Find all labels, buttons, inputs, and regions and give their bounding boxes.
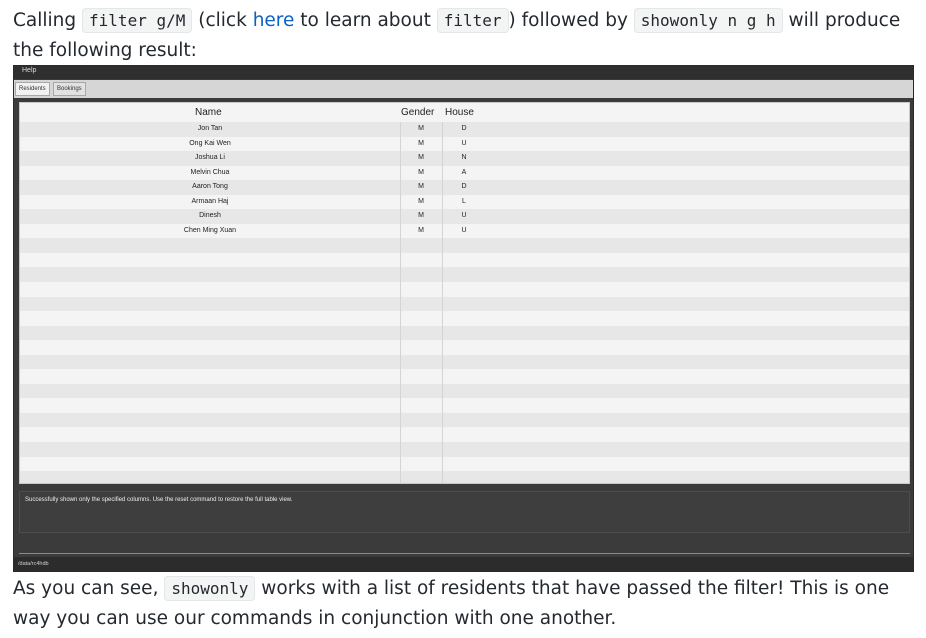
cell-gender: M (418, 168, 424, 176)
table-row[interactable]: Chen Ming Xuan M U (20, 223, 909, 239)
result-message: Successfully shown only the specified co… (25, 497, 293, 503)
column-header-name[interactable]: Name (195, 107, 222, 118)
cell-gender: M (418, 183, 424, 191)
cell-house: U (461, 226, 467, 234)
cell-name: Chen Ming Xuan (183, 226, 237, 234)
data-file-path: /data/rc4hdb (18, 561, 49, 567)
tab-bookings[interactable]: Bookings (53, 82, 86, 96)
table-row (20, 267, 909, 283)
column-header-gender[interactable]: Gender (401, 107, 434, 118)
table-row (20, 238, 909, 253)
table-row (20, 282, 909, 297)
cell-name: Joshua Li (195, 154, 225, 162)
cell-gender: M (418, 226, 424, 234)
outro-text-1: As you can see, (13, 578, 165, 599)
table-row[interactable]: Jon Tan M D (20, 122, 909, 137)
cell-gender: M (418, 154, 424, 162)
showonly-command-code: showonly n g h (633, 8, 783, 33)
table-row[interactable]: Melvin Chua M A (20, 165, 909, 181)
table-row (20, 296, 909, 312)
table-row (20, 325, 909, 341)
here-link[interactable]: here (253, 10, 295, 31)
cell-name: Dinesh (199, 212, 221, 220)
table-row (20, 340, 909, 355)
table-row[interactable]: Joshua Li M N (20, 151, 909, 166)
table-row (20, 252, 909, 268)
table-row[interactable]: Aaron Tong M D (20, 180, 909, 195)
tab-residents[interactable]: Residents (15, 82, 50, 96)
tab-bar: Residents Bookings (14, 80, 913, 98)
table-row[interactable]: Dinesh M U (20, 209, 909, 224)
table-row (20, 471, 909, 483)
cell-house: N (461, 154, 467, 162)
table-row (20, 311, 909, 326)
cell-gender: M (418, 197, 424, 205)
cell-house: D (461, 183, 467, 191)
cell-name: Aaron Tong (192, 183, 228, 191)
table-body: Jon Tan M D Ong Kai Wen M U Joshua Li M N Melvin … (20, 122, 909, 483)
cell-gender: M (418, 212, 424, 220)
cell-gender: M (418, 139, 424, 147)
table-row (20, 383, 909, 399)
status-bar: /data/rc4hdb (14, 557, 913, 571)
filter-code: filter (436, 8, 509, 33)
cell-name: Melvin Chua (190, 168, 230, 176)
table-row (20, 412, 909, 428)
table-header: Name Gender House (20, 103, 909, 122)
cell-house: U (461, 139, 467, 147)
table-row (20, 398, 909, 413)
command-input[interactable] (19, 540, 910, 554)
menu-bar: Help (14, 66, 913, 79)
cell-house: U (461, 212, 467, 220)
cell-house: A (461, 168, 467, 176)
cell-name: Ong Kai Wen (189, 139, 231, 147)
intro-paragraph: Calling filter g/M (click here to learn … (13, 6, 918, 66)
table-row (20, 442, 909, 457)
cell-name: Armaan Haj (191, 197, 229, 205)
column-divider (442, 122, 443, 483)
table-row[interactable]: Ong Kai Wen M U (20, 136, 909, 152)
table-row (20, 369, 909, 384)
table-row[interactable]: Armaan Haj M L (20, 194, 909, 210)
cell-house: D (461, 125, 467, 132)
table-row (20, 456, 909, 472)
table-row (20, 427, 909, 443)
app-window: Help Residents Bookings Name Gender Hous… (13, 65, 914, 572)
outro-paragraph: As you can see, showonly works with a li… (13, 574, 918, 634)
intro-text-2: (click (192, 10, 253, 31)
column-header-house[interactable]: House (445, 107, 474, 118)
cell-house: L (462, 197, 466, 205)
intro-text-1: Calling (13, 10, 83, 31)
intro-text-4: ) followed by (508, 10, 634, 31)
cell-gender: M (418, 125, 424, 132)
cell-name: Jon Tan (197, 125, 223, 132)
menu-help[interactable]: Help (22, 67, 36, 74)
filter-command-code: filter g/M (82, 8, 193, 33)
residents-table: Name Gender House Jon Tan M D Ong Kai Wen M U… (19, 102, 910, 484)
result-display: Successfully shown only the specified co… (19, 491, 910, 533)
showonly-code: showonly (164, 576, 256, 601)
table-row (20, 354, 909, 370)
intro-text-3: to learn about (294, 10, 437, 31)
column-divider (400, 122, 401, 483)
